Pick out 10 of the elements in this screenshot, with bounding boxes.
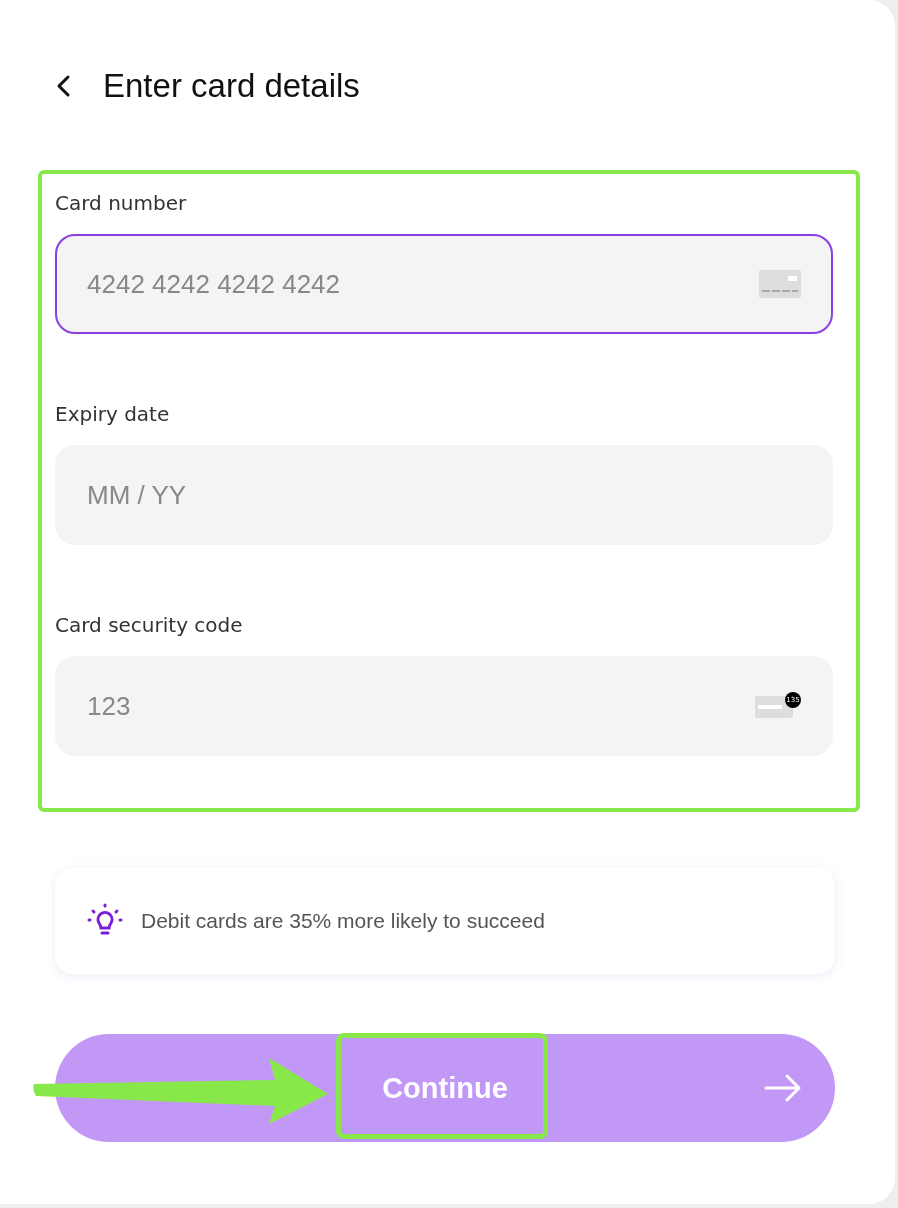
page-title: Enter card details xyxy=(103,67,360,105)
card-icon xyxy=(759,270,801,298)
field-label: Card number xyxy=(55,190,188,217)
arrow-right-icon xyxy=(763,1072,803,1104)
back-icon[interactable] xyxy=(55,74,71,98)
tip-text: Debit cards are 35% more likely to succeed xyxy=(141,909,545,933)
input-field[interactable]: MM / YY xyxy=(55,445,833,545)
field-label: Expiry date xyxy=(55,401,171,428)
input-field[interactable]: 4242 4242 4242 4242 xyxy=(55,234,833,334)
field-label: Card security code xyxy=(55,612,244,639)
